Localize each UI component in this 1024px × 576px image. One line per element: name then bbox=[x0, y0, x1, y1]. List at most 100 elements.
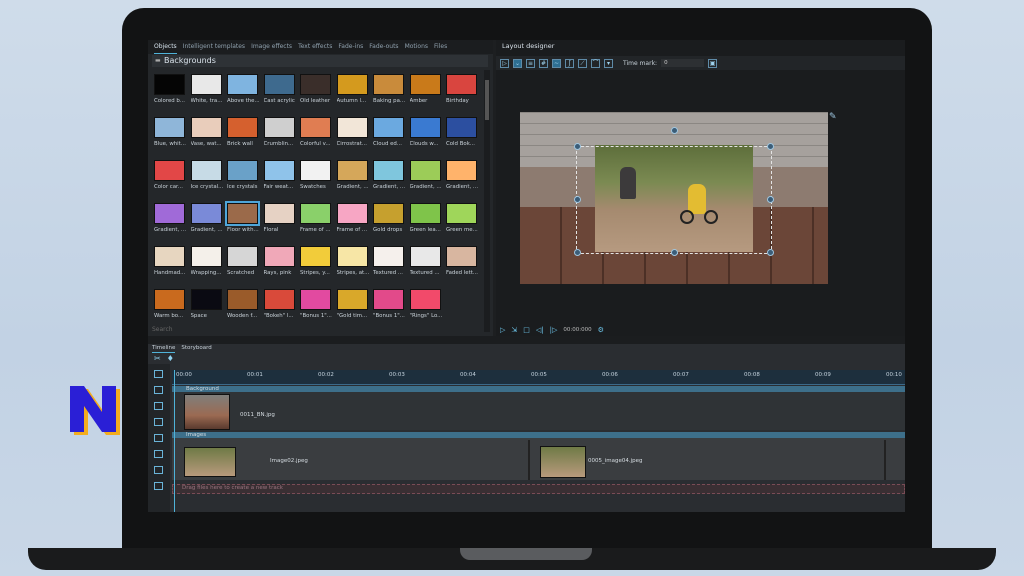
resize-handle[interactable] bbox=[767, 249, 774, 256]
resize-handle[interactable] bbox=[574, 249, 581, 256]
thumbnail-image[interactable] bbox=[300, 117, 331, 138]
thumbnail-image[interactable] bbox=[373, 203, 404, 224]
next-frame-icon[interactable]: |▷ bbox=[550, 326, 558, 334]
thumbnail-image[interactable] bbox=[154, 289, 185, 310]
background-thumbnail[interactable]: Scratched bbox=[227, 246, 261, 276]
thumbnail-image[interactable] bbox=[154, 117, 185, 138]
tab-files[interactable]: Files bbox=[434, 40, 447, 54]
thumbnail-image[interactable] bbox=[373, 289, 404, 310]
background-thumbnail[interactable]: Stripes, at... bbox=[336, 246, 371, 276]
thumbnail-image[interactable] bbox=[227, 74, 258, 95]
background-thumbnail[interactable]: Space bbox=[190, 289, 225, 319]
background-thumbnail[interactable]: "Bokeh" l... bbox=[263, 289, 298, 319]
background-thumbnail[interactable]: Ice crystals bbox=[227, 160, 261, 190]
background-thumbnail[interactable]: Textured ... bbox=[373, 246, 407, 276]
search-field[interactable]: Search bbox=[148, 326, 497, 336]
thumbnail-image[interactable] bbox=[227, 160, 258, 181]
cut-icon[interactable]: ✂ bbox=[154, 354, 167, 363]
thumbnail-image[interactable] bbox=[300, 160, 331, 181]
background-thumbnail[interactable]: Colorful v... bbox=[300, 117, 334, 147]
prev-frame-icon[interactable]: ◁| bbox=[536, 326, 544, 334]
thumbnail-image[interactable] bbox=[409, 74, 441, 95]
save-icon[interactable]: ▣ bbox=[708, 58, 718, 68]
thumbnail-image[interactable] bbox=[409, 117, 441, 138]
background-thumbnail[interactable]: Gradient, ... bbox=[336, 160, 371, 190]
thumbnail-image[interactable] bbox=[263, 203, 295, 224]
edit-pencil-icon[interactable]: ✎ bbox=[829, 112, 837, 122]
background-thumbnail[interactable]: Textured ... bbox=[409, 246, 444, 276]
stop-icon[interactable]: □ bbox=[523, 326, 530, 334]
thumbnail-image[interactable] bbox=[336, 203, 368, 224]
thumbnail-image[interactable] bbox=[373, 160, 404, 181]
background-thumbnail[interactable]: Wooden f... bbox=[227, 289, 261, 319]
thumbnail-image[interactable] bbox=[154, 203, 185, 224]
track-tool-icon[interactable] bbox=[154, 418, 163, 426]
backgrounds-header[interactable]: ▬ Backgrounds bbox=[152, 55, 488, 67]
thumbnail-image[interactable] bbox=[263, 246, 295, 267]
background-thumbnail[interactable]: Cast acrylic bbox=[263, 74, 298, 104]
thumbnail-image[interactable] bbox=[263, 160, 295, 181]
thumbnail-image[interactable] bbox=[409, 246, 441, 267]
clip-background[interactable] bbox=[184, 394, 230, 430]
rotate-handle[interactable] bbox=[671, 127, 678, 134]
background-thumbnail[interactable]: "Bonus 1"... bbox=[373, 289, 407, 319]
thumbnail-image[interactable] bbox=[190, 203, 222, 224]
background-thumbnail[interactable]: Rays, pink bbox=[263, 246, 298, 276]
thumbnail-image[interactable] bbox=[190, 74, 222, 95]
path-edit-icon[interactable]: ⟋ bbox=[578, 58, 587, 68]
thumbnail-image[interactable] bbox=[336, 289, 368, 310]
background-thumbnail[interactable]: White, tra... bbox=[190, 74, 225, 104]
thumbnail-image[interactable] bbox=[446, 117, 477, 138]
background-thumbnail[interactable]: Wrapping... bbox=[190, 246, 225, 276]
background-thumbnail[interactable]: "Gold tim... bbox=[336, 289, 371, 319]
resize-handle[interactable] bbox=[767, 143, 774, 150]
background-thumbnail[interactable]: Baking pa... bbox=[373, 74, 407, 104]
background-thumbnail[interactable]: Colored b... bbox=[154, 74, 188, 104]
background-thumbnail[interactable]: Floral bbox=[263, 203, 298, 233]
time-mark-input[interactable]: 0 bbox=[661, 59, 705, 67]
grid-tool-icon[interactable]: # bbox=[539, 58, 548, 68]
track-tool-icon[interactable] bbox=[154, 386, 163, 394]
objects-scrollbar[interactable] bbox=[484, 70, 490, 332]
thumbnail-image[interactable] bbox=[154, 160, 185, 181]
background-thumbnail[interactable]: Birthday bbox=[446, 74, 480, 104]
background-thumbnail[interactable]: Ice crystal... bbox=[190, 160, 225, 190]
background-thumbnail[interactable]: Faded lett... bbox=[446, 246, 480, 276]
background-thumbnail[interactable]: "Rings" Lo... bbox=[409, 289, 444, 319]
fit-tool-icon[interactable]: ⌄ bbox=[513, 58, 522, 68]
background-thumbnail[interactable]: Above the... bbox=[227, 74, 261, 104]
background-thumbnail[interactable]: Gradient, ... bbox=[373, 160, 407, 190]
tab-image-effects[interactable]: Image effects bbox=[251, 40, 292, 54]
thumbnail-image[interactable] bbox=[336, 117, 368, 138]
background-thumbnail[interactable]: Old leather bbox=[300, 74, 334, 104]
thumbnail-image[interactable] bbox=[227, 117, 258, 138]
track-tool-icon[interactable] bbox=[154, 466, 163, 474]
background-thumbnail[interactable]: Amber bbox=[409, 74, 444, 104]
tab-fade-ins[interactable]: Fade-ins bbox=[338, 40, 363, 54]
collapse-caret-icon[interactable]: ▬ bbox=[155, 55, 161, 67]
thumbnail-image[interactable] bbox=[263, 117, 295, 138]
thumbnail-image[interactable] bbox=[373, 246, 404, 267]
thumbnail-image[interactable] bbox=[227, 289, 258, 310]
thumbnail-image[interactable] bbox=[373, 117, 404, 138]
background-thumbnail[interactable]: Autumn l... bbox=[336, 74, 371, 104]
track-tool-icon[interactable] bbox=[154, 402, 163, 410]
marker-icon[interactable]: ♦ bbox=[167, 354, 180, 363]
tab-fade-outs[interactable]: Fade-outs bbox=[369, 40, 398, 54]
thumbnail-image[interactable] bbox=[409, 203, 441, 224]
thumbnail-image[interactable] bbox=[336, 74, 368, 95]
background-thumbnail[interactable]: Gradient, ... bbox=[190, 203, 225, 233]
select-tool-icon[interactable]: ▷ bbox=[500, 58, 509, 68]
thumbnail-image[interactable] bbox=[300, 289, 331, 310]
thumbnail-image[interactable] bbox=[227, 246, 258, 267]
background-thumbnail[interactable]: Brick wall bbox=[227, 117, 261, 147]
thumbnail-image[interactable] bbox=[154, 74, 185, 95]
background-thumbnail[interactable]: Vase, wat... bbox=[190, 117, 225, 147]
background-thumbnail[interactable]: Green me... bbox=[446, 203, 480, 233]
resize-handle[interactable] bbox=[767, 196, 774, 203]
thumbnail-image[interactable] bbox=[154, 246, 185, 267]
thumbnail-image[interactable] bbox=[263, 74, 295, 95]
background-thumbnail[interactable]: Gradient, ... bbox=[446, 160, 480, 190]
thumbnail-image[interactable] bbox=[263, 289, 295, 310]
background-thumbnail[interactable]: Fair weat... bbox=[263, 160, 298, 190]
